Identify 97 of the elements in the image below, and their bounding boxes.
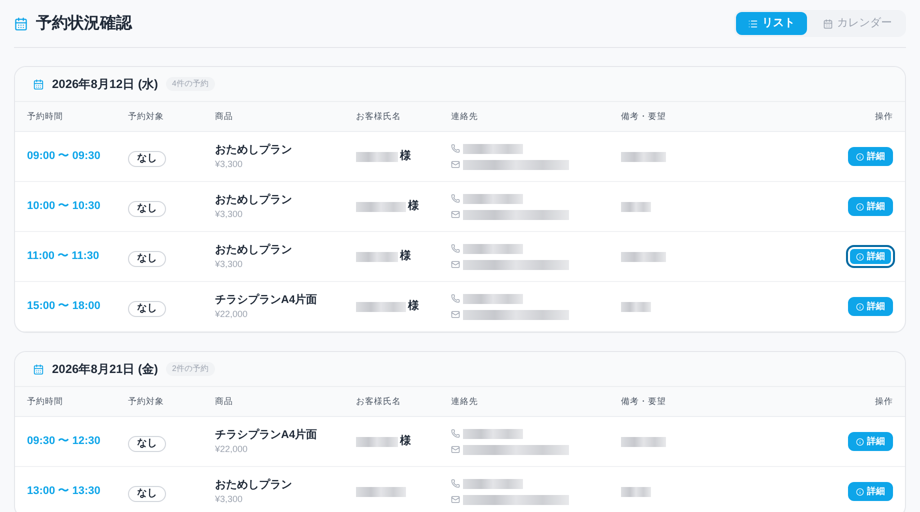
target-pill: なし	[128, 436, 166, 452]
column-header: 連絡先	[451, 395, 479, 408]
target-pill: なし	[128, 300, 166, 316]
product-price: ¥22,000	[215, 443, 249, 456]
calendar-icon	[14, 16, 28, 30]
mail-icon	[451, 495, 460, 504]
redacted-text	[463, 478, 523, 488]
redacted-text	[621, 486, 651, 496]
detail-button[interactable]: 詳細	[848, 297, 893, 316]
time-range: 13:00 〜 13:30	[27, 484, 102, 500]
column-header: 予約対象	[128, 110, 165, 123]
honorific: 様	[400, 148, 411, 164]
phone-icon	[451, 194, 460, 203]
column-header: 商品	[215, 395, 234, 408]
redacted-text	[463, 144, 523, 154]
product-price: ¥3,300	[215, 258, 244, 271]
info-icon	[856, 252, 864, 260]
target-pill: なし	[128, 486, 166, 502]
column-header: 連絡先	[451, 110, 479, 123]
product-price: ¥3,300	[215, 493, 244, 506]
honorific: 様	[400, 434, 411, 450]
redacted-text	[463, 244, 523, 254]
view-tab[interactable]: リスト	[736, 12, 807, 35]
product-name: おためしプラン	[215, 192, 293, 208]
column-header: 予約時間	[27, 110, 64, 123]
phone-icon	[451, 294, 460, 303]
calendar-icon	[823, 18, 833, 28]
redacted-text	[621, 202, 651, 212]
redacted-text	[621, 152, 666, 162]
phone-icon	[451, 429, 460, 438]
redacted-text	[356, 302, 406, 312]
product-name: おためしプラン	[215, 142, 293, 158]
redacted-text	[621, 302, 651, 312]
time-range: 11:00 〜 11:30	[27, 249, 100, 264]
redacted-text	[356, 486, 406, 496]
info-icon	[856, 202, 864, 210]
detail-button[interactable]: 詳細	[848, 147, 893, 166]
day-date: 2026年8月12日 (水)	[52, 76, 158, 93]
detail-button[interactable]: 詳細	[848, 247, 893, 266]
redacted-text	[356, 436, 398, 446]
product-name: おためしプラン	[215, 242, 293, 258]
target-pill: なし	[128, 250, 166, 266]
product-name: チラシプランA4片面	[215, 428, 318, 442]
honorific: 様	[408, 298, 419, 314]
redacted-text	[356, 152, 398, 162]
product-name: チラシプランA4片面	[215, 292, 318, 308]
redacted-text	[463, 294, 523, 304]
target-pill: なし	[128, 150, 166, 166]
time-range: 10:00 〜 10:30	[27, 199, 102, 214]
info-icon	[856, 488, 864, 496]
calendar-icon	[33, 364, 44, 374]
page-title: 予約状況確認	[36, 13, 132, 34]
time-range: 09:00 〜 09:30	[27, 149, 102, 164]
detail-button[interactable]: 詳細	[848, 432, 893, 451]
list-icon	[748, 18, 758, 28]
redacted-text	[356, 252, 398, 262]
column-header: 備考・要望	[621, 110, 667, 123]
redacted-text	[463, 428, 523, 438]
mail-icon	[451, 210, 460, 219]
count-badge: 4件の予約	[166, 77, 214, 91]
honorific: 様	[408, 198, 419, 214]
count-badge: 2件の予約	[166, 362, 214, 376]
redacted-text	[621, 252, 666, 262]
time-range: 15:00 〜 18:00	[27, 299, 102, 314]
info-icon	[856, 302, 864, 310]
product-name: おためしプラン	[215, 478, 293, 492]
product-price: ¥3,300	[215, 208, 244, 221]
mail-icon	[451, 260, 460, 269]
column-header: 操作	[875, 110, 893, 123]
column-header: 予約時間	[27, 395, 64, 408]
target-pill: なし	[128, 200, 166, 216]
column-header: お客様氏名	[356, 110, 402, 123]
detail-button[interactable]: 詳細	[848, 197, 893, 216]
mail-icon	[451, 310, 460, 319]
info-icon	[856, 152, 864, 160]
column-header: 備考・要望	[621, 395, 667, 408]
phone-icon	[451, 244, 460, 253]
column-header: 商品	[215, 110, 234, 123]
day-date: 2026年8月21日 (金)	[52, 361, 158, 378]
time-range: 09:30 〜 12:30	[27, 434, 102, 450]
phone-icon	[451, 144, 460, 153]
info-icon	[856, 438, 864, 446]
redacted-text	[463, 194, 523, 204]
view-tab[interactable]: カレンダー	[811, 12, 904, 35]
column-header: 操作	[875, 395, 893, 408]
mail-icon	[451, 160, 460, 169]
column-header: 予約対象	[128, 395, 165, 408]
honorific: 様	[400, 248, 411, 264]
phone-icon	[451, 479, 460, 488]
redacted-text	[356, 202, 406, 212]
column-header: お客様氏名	[356, 395, 402, 408]
product-price: ¥22,000	[215, 308, 249, 321]
calendar-icon	[33, 78, 44, 90]
mail-icon	[451, 445, 460, 454]
detail-button[interactable]: 詳細	[848, 482, 893, 501]
redacted-text	[621, 436, 666, 446]
product-price: ¥3,300	[215, 158, 244, 171]
